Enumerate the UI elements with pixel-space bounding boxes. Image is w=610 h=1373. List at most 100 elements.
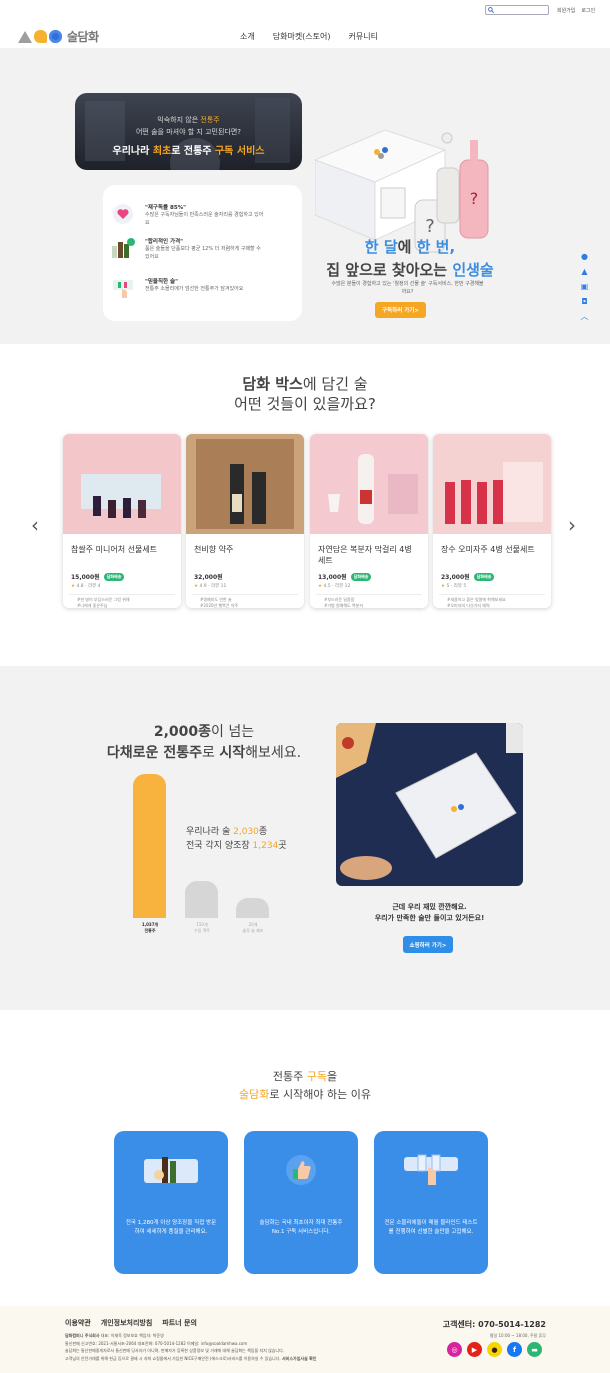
search-icon — [488, 7, 494, 13]
nav-item-store[interactable]: 담화마켓(스토어) — [273, 31, 331, 42]
variety-stats: 우리나라 술 2,030종 전국 각지 양조장 1,234곳 — [186, 827, 287, 852]
reason-card: 전국 1,280개 이상 양조장을 직접 방문하여 세세하게 품질을 관리해요. — [114, 1131, 228, 1274]
product-card[interactable]: 천비향 약주 32,000원 ★ 4.9 · 리뷰 11 #명예미도 반한 술 … — [186, 434, 304, 608]
feature-title: "합리적인 가격" — [145, 239, 184, 245]
logo-text: 술담화 — [67, 30, 99, 44]
bag-icon[interactable]: ◘ — [580, 297, 589, 306]
logo-blob-icon — [34, 30, 47, 43]
product-rating: ★ 4.8 · 리뷰 4 — [71, 584, 101, 589]
feature-row: "재구독률 85%" 수많은 구독자님들이 만족스러운 술자리를 경험하고 있어요 — [109, 203, 265, 227]
reason-text: 전국 1,280개 이상 양조장을 직접 방문하여 세세하게 품질을 관리해요. — [125, 1220, 217, 1235]
instagram-icon[interactable]: ◎ — [447, 1342, 462, 1357]
bar-label: 1,037개 전통주 — [141, 922, 159, 933]
bottles-icon — [109, 237, 137, 259]
hand-pointer-icon — [109, 277, 137, 299]
terms-link[interactable]: 이용약관 — [65, 1318, 91, 1328]
top-utility-bar: 회원가입 로그인 — [485, 5, 595, 15]
signup-link[interactable]: 회원가입 — [557, 7, 575, 14]
product-name: 장수 오미자주 4병 선물세트 — [441, 545, 535, 554]
search-input[interactable] — [485, 5, 549, 15]
shop-button[interactable]: 쇼핑하러 가기> — [403, 936, 453, 953]
star-icon: ★ — [318, 584, 323, 589]
delivery-badge: 담화배송 — [473, 572, 495, 581]
nav-item-community[interactable]: 커뮤니티 — [349, 31, 378, 42]
product-tags: #부드러운 달콤함 #가볍 원해해도 복분자 — [316, 594, 422, 608]
product-price-row: 13,000원 담화배송 — [310, 572, 428, 581]
hero-subtext: 수많은 분들이 경험하고 있는 '월정의 선물 술' 구독서비스, 한번 구경해… — [331, 281, 484, 295]
facebook-icon[interactable]: f — [507, 1342, 522, 1357]
product-card[interactable]: 자연담은 복분자 막걸리 4병 세트 13,000원 담화배송 ★ 4.5 · 리… — [310, 434, 428, 608]
site-header: 술담화 소개 담화마켓(스토어) 커뮤니티 — [0, 22, 610, 48]
bar-imported-beer — [185, 881, 218, 918]
feature-row: "믿을직한 술" 전통주 소믈리에가 엄선한 전통주가 담겨있어요 — [109, 277, 265, 299]
product-tags: #한 병이 부담스러운 그럼 위해 #나에게 좋은주님 — [69, 594, 175, 608]
user-icon[interactable]: ▲ — [580, 267, 589, 276]
escrow-link[interactable]: 서비스가입사실 확인 — [282, 1356, 317, 1361]
chat-icon[interactable]: ● — [580, 252, 589, 261]
product-rating: ★ 4.5 · 리뷰 12 — [318, 584, 351, 589]
variety-caption: 근데 우리 재밌 깐깐해요. 우리가 만족한 술만 들이고 있거든요! — [374, 903, 485, 923]
site-footer: 이용약관 개인정보처리방침 파트너 문의 담화컴퍼니 주식회사 대표: 이재욱 … — [0, 1306, 610, 1373]
cs-phone: 고객센터: 070-5014-1282 — [442, 1320, 546, 1329]
partner-link[interactable]: 파트너 문의 — [162, 1318, 197, 1328]
cs-hours: 평일 10:00 ~ 18:00, 주말 휴무 — [489, 1333, 546, 1338]
feature-desc: 품은 술들을 단품보다 평균 12% 더 저렴하게 구매할 수 있어요 — [145, 246, 261, 260]
hero-section: 익숙하지 않은 전통주 어떤 술을 마셔야 할 지 고민된다면? 우리나라 최초… — [0, 48, 610, 344]
svg-text:?: ? — [470, 189, 479, 208]
product-image — [186, 434, 304, 534]
product-name: 천비향 약주 — [194, 545, 234, 554]
svg-text:?: ? — [425, 216, 435, 237]
thumbs-up-icon — [286, 1155, 316, 1185]
product-price-row: 15,000원 담화배송 — [63, 572, 181, 581]
star-icon: ★ — [71, 584, 76, 589]
delivery-badge: 담화배송 — [350, 572, 372, 581]
company-info: 담화컴퍼니 주식회사 대표: 이재욱 정보보호 책임자: 박준영 통신판매 신고… — [65, 1333, 317, 1361]
product-price-row: 23,000원 담화배송 — [433, 572, 551, 581]
star-icon: ★ — [194, 584, 199, 589]
kakaotalk-icon[interactable]: ● — [487, 1342, 502, 1357]
subscribe-button[interactable]: 구독하러 가기> — [375, 302, 426, 318]
login-link[interactable]: 로그인 — [581, 7, 595, 14]
box-pizza-photo — [336, 723, 523, 886]
bottles-box-icon — [144, 1157, 198, 1183]
bar-brewery — [236, 898, 269, 918]
star-icon: ★ — [441, 584, 446, 589]
carousel-next-icon[interactable]: › — [568, 513, 576, 537]
product-image — [63, 434, 181, 534]
heart-icon — [109, 203, 137, 225]
reason-text: 전문 소믈리에들이 매월 블라인드 테스트를 진행하여 선별한 술만을 고집해요… — [384, 1220, 478, 1235]
product-tags: #명예미도 반한 술 #2020년 행복큰 약주 — [192, 594, 298, 608]
logo-flower-icon — [49, 30, 62, 43]
floating-side-menu: ● ▲ ▣ ◘ ︿ — [580, 252, 589, 321]
product-name: 자연담은 복분자 막걸리 4병 세트 — [318, 545, 412, 566]
variety-heading: 2,000종이 넘는 다채로운 전통주로 시작해보세요. — [106, 724, 302, 761]
privacy-link[interactable]: 개인정보처리방침 — [101, 1318, 153, 1328]
social-links: ◎ ▶ ● f ▬ — [447, 1342, 542, 1357]
hero-headline: 한 달에 한 번, 집 앞으로 찾아오는 인생술 — [326, 238, 494, 279]
feature-title: "재구독률 85%" — [145, 205, 187, 211]
variety-section: 2,000종이 넘는 다채로운 전통주로 시작해보세요. 1,037개 전통주 … — [0, 666, 610, 1010]
feature-card: "재구독률 85%" 수많은 구독자님들이 만족스러운 술자리를 경험하고 있어요… — [103, 185, 302, 321]
main-nav: 소개 담화마켓(스토어) 커뮤니티 — [240, 31, 378, 42]
carousel-prev-icon[interactable]: ‹ — [31, 513, 39, 537]
banner-line-3: 우리나라 최초로 전통주 구독 서비스 — [112, 146, 265, 157]
reasons-heading: 전통주 구독을 술담화로 시작해야 하는 이유 — [239, 1070, 371, 1101]
products-heading: 담화 박스에 담긴 술 어떤 것들이 있을까요? — [234, 375, 376, 414]
logo[interactable]: 술담화 — [18, 28, 99, 45]
scroll-top-icon[interactable]: ︿ — [580, 312, 589, 321]
bar-label: 20개 솔루 술 제조 — [242, 922, 264, 933]
product-card[interactable]: 참쌀주 미니어처 선물세트 15,000원 담화배송 ★ 4.8 · 리뷰 4 #… — [63, 434, 181, 608]
delivery-badge: 담화배송 — [103, 572, 125, 581]
naver-blog-icon[interactable]: ▬ — [527, 1342, 542, 1357]
youtube-icon[interactable]: ▶ — [467, 1342, 482, 1357]
customer-center: 고객센터: 070-5014-1282 평일 10:00 ~ 18:00, 주말… — [443, 1319, 546, 1339]
reason-text: 술담화는 국내 최초이자 최대 전통주 No.1 구독 서비스입니다. — [259, 1220, 343, 1235]
product-image — [433, 434, 551, 534]
product-rating: ★ 4.9 · 리뷰 11 — [194, 584, 227, 589]
product-image — [310, 434, 428, 534]
calendar-icon[interactable]: ▣ — [580, 282, 589, 291]
banner-line-2: 어떤 술을 마셔야 할 지 고민된다면? — [135, 128, 241, 136]
feature-title: "믿을직한 술" — [145, 279, 178, 285]
nav-item-intro[interactable]: 소개 — [240, 31, 255, 42]
product-card[interactable]: 장수 오미자주 4병 선물세트 23,000원 담화배송 ★ 5 · 리뷰 5 #… — [433, 434, 551, 608]
